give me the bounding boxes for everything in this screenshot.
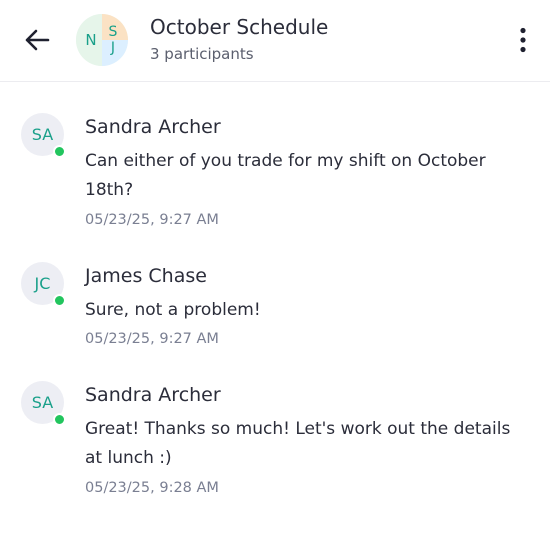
group-avatar-initial-n: N (76, 14, 102, 66)
sender-name: Sandra Archer (85, 116, 221, 138)
message-timestamp: 05/23/25, 9:27 AM (85, 331, 219, 347)
sender-name: James Chase (85, 265, 207, 287)
chat-header: N S J October Schedule 3 participants (0, 0, 550, 82)
message-timestamp: 05/23/25, 9:28 AM (85, 480, 219, 496)
avatar[interactable]: JC (21, 262, 66, 307)
group-avatar-initial-j: J (102, 40, 128, 66)
avatar[interactable]: SA (21, 113, 66, 158)
group-avatar-initial-s: S (102, 14, 128, 40)
message-timestamp: 05/23/25, 9:27 AM (85, 212, 219, 228)
sender-name: Sandra Archer (85, 384, 221, 406)
group-avatar[interactable]: N S J (76, 14, 128, 66)
back-button[interactable] (18, 22, 56, 58)
chat-title[interactable]: October Schedule (150, 15, 328, 39)
arrow-left-icon (25, 29, 50, 51)
online-status-dot (53, 294, 66, 307)
more-options-button[interactable] (508, 22, 538, 58)
message-text: Sure, not a problem! (85, 300, 261, 320)
avatar-initials: JC (34, 274, 51, 293)
message-text: Great! Thanks so much! Let's work out th… (85, 419, 511, 468)
more-vertical-icon (520, 27, 526, 53)
avatar[interactable]: SA (21, 381, 66, 426)
online-status-dot (53, 413, 66, 426)
online-status-dot (53, 145, 66, 158)
participant-count[interactable]: 3 participants (150, 45, 254, 63)
avatar-initials: SA (31, 393, 54, 412)
avatar-initials: SA (31, 125, 54, 144)
message-text: Can either of you trade for my shift on … (85, 151, 486, 200)
